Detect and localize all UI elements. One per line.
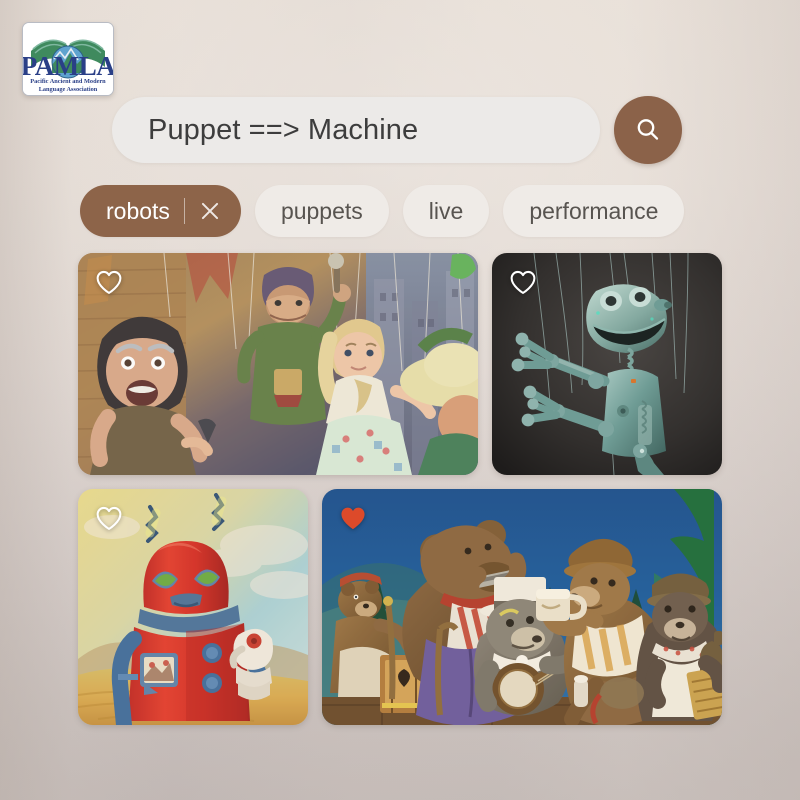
filter-chip-label: performance xyxy=(529,197,659,224)
search-icon xyxy=(637,119,659,140)
result-card[interactable] xyxy=(322,489,722,725)
heart-outline-icon xyxy=(510,270,536,294)
close-icon[interactable] xyxy=(199,200,221,222)
heart-outline-icon xyxy=(96,270,122,294)
image-search-app: PAMLA Pacific Ancient and Modern Languag… xyxy=(0,0,800,800)
heart-filled-icon xyxy=(341,507,365,530)
result-card[interactable] xyxy=(78,253,478,475)
filter-chip-label: robots xyxy=(106,197,170,224)
pamla-logo-mark: PAMLA Pacific Ancient and Modern Languag… xyxy=(23,23,113,95)
result-card[interactable] xyxy=(492,253,722,475)
pamla-logo: PAMLA Pacific Ancient and Modern Languag… xyxy=(22,22,114,96)
filter-chip-row: robots puppets live performance xyxy=(80,185,725,237)
search-button[interactable] xyxy=(614,96,682,164)
bear-band-artwork xyxy=(322,489,722,725)
result-image xyxy=(78,253,478,475)
filter-chip-live[interactable]: live xyxy=(402,185,490,237)
svg-text:PAMLA: PAMLA xyxy=(23,51,113,81)
svg-text:Language Association: Language Association xyxy=(39,86,98,93)
chip-divider xyxy=(183,198,185,224)
search-input-value: Puppet ==> Machine xyxy=(148,113,419,146)
favorite-button[interactable] xyxy=(94,503,124,533)
filter-chip-puppets[interactable]: puppets xyxy=(254,185,389,237)
search-input[interactable]: Puppet ==> Machine xyxy=(112,97,600,163)
heart-outline-icon xyxy=(96,506,122,530)
svg-text:Pacific Ancient and Modern: Pacific Ancient and Modern xyxy=(30,78,106,85)
result-image xyxy=(322,489,722,725)
result-card[interactable] xyxy=(78,489,308,725)
filter-chip-performance[interactable]: performance xyxy=(503,185,685,237)
favorite-button[interactable] xyxy=(94,267,124,297)
puppet-stage-artwork xyxy=(78,253,478,475)
favorite-button[interactable] xyxy=(508,267,538,297)
filter-chip-label: puppets xyxy=(280,197,363,224)
filter-chip-robots[interactable]: robots xyxy=(80,185,241,237)
filter-chip-label: live xyxy=(428,197,464,224)
favorite-button[interactable] xyxy=(338,503,368,533)
results-grid xyxy=(78,253,722,725)
search-bar: Puppet ==> Machine xyxy=(112,96,682,164)
